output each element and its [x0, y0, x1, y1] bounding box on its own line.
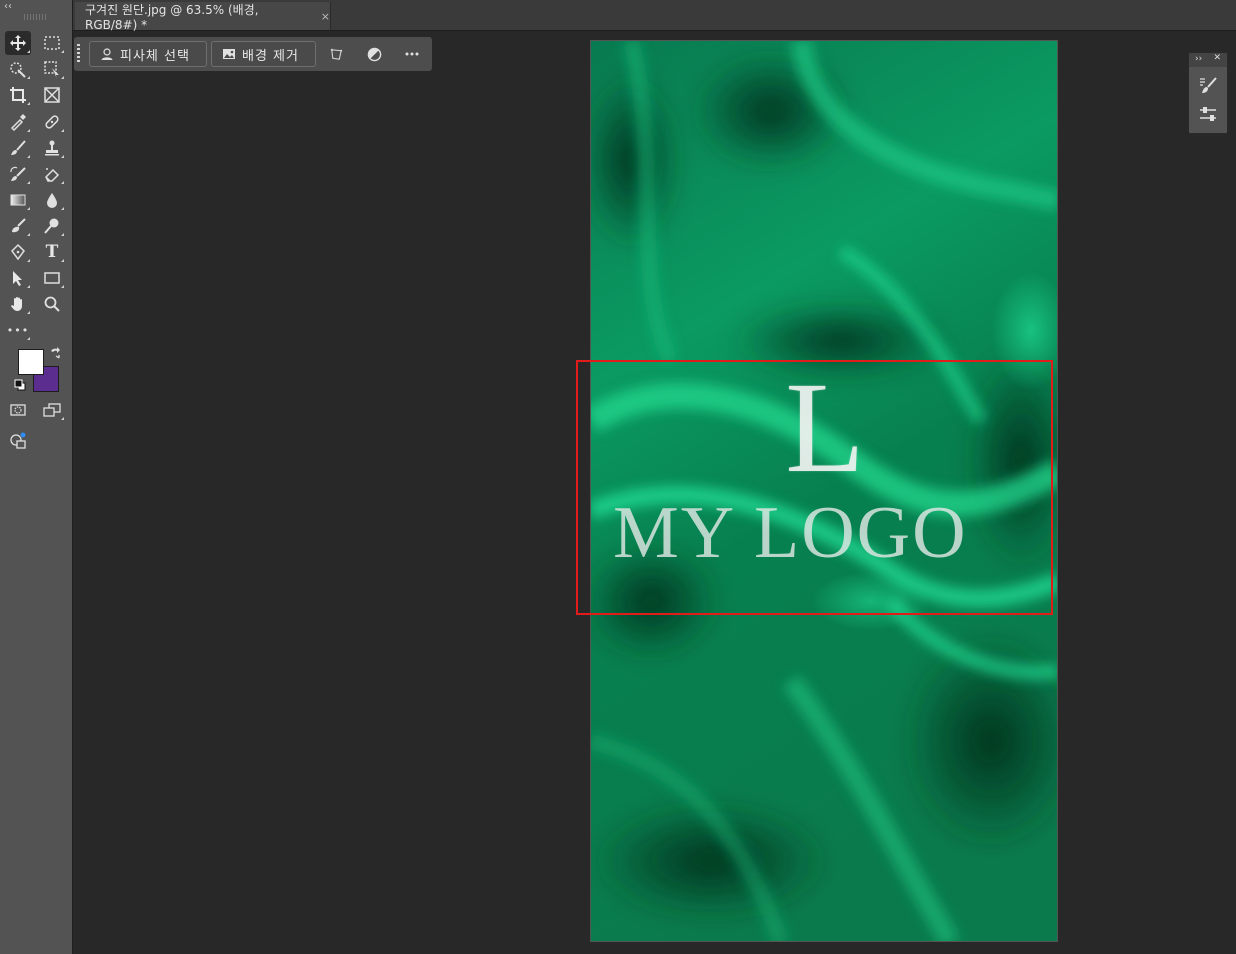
close-tab-icon[interactable]: ×	[321, 10, 330, 23]
document-tab[interactable]: 구겨진 원단.jpg @ 63.5% (배경, RGB/8#) * ×	[75, 2, 331, 32]
rectangle-tool[interactable]	[39, 266, 65, 290]
document-canvas[interactable]: L MY LOGO	[590, 40, 1058, 942]
eyedropper-icon	[10, 114, 26, 131]
more-options-button[interactable]	[403, 45, 421, 63]
quick-mask-icon	[10, 404, 26, 416]
half-circle-adjust-icon	[367, 47, 381, 61]
gradient-tool[interactable]	[5, 188, 31, 212]
history-brush-icon	[10, 166, 26, 181]
history-brush-tool[interactable]	[5, 162, 31, 186]
close-panels-button[interactable]: ✕	[1213, 53, 1221, 63]
remove-background-label: 배경 제거	[242, 48, 299, 64]
tools-panel: ‹‹ T •••	[0, 0, 73, 954]
screen-mode-button[interactable]	[39, 398, 65, 422]
dodge-tool[interactable]	[39, 214, 65, 238]
swap-colors-icon[interactable]	[49, 347, 61, 359]
dodge-icon	[44, 218, 59, 234]
brush-tool[interactable]	[5, 136, 31, 160]
generate-image-icon	[10, 432, 26, 449]
select-subject-label: 피사체 선택	[120, 48, 190, 64]
generative-image-button[interactable]	[5, 429, 31, 453]
image-icon	[223, 49, 235, 59]
document-tab-title: 구겨진 원단.jpg @ 63.5% (배경, RGB/8#) *	[85, 2, 259, 32]
default-colors-icon[interactable]	[14, 379, 26, 391]
collapse-panel-button[interactable]: ‹‹	[4, 0, 12, 14]
transform-button[interactable]	[327, 45, 345, 63]
zoom-icon	[44, 296, 60, 312]
eraser-icon	[45, 168, 60, 182]
frame-tool[interactable]	[39, 83, 65, 107]
blur-tool[interactable]	[39, 188, 65, 212]
logo-emblem-letter: L	[785, 356, 865, 500]
person-icon	[101, 48, 113, 60]
more-icon: •••	[6, 323, 30, 337]
spot-healing-tool[interactable]	[39, 110, 65, 134]
zoom-tool[interactable]	[39, 292, 65, 316]
object-selection-tool[interactable]	[39, 57, 65, 81]
brush-icon	[11, 140, 26, 155]
hand-icon	[11, 297, 22, 311]
rectangular-marquee-icon	[44, 36, 60, 50]
healing-brush-icon	[45, 115, 59, 129]
smudge-tool[interactable]	[5, 214, 31, 238]
remove-background-button[interactable]: 배경 제거	[211, 41, 316, 67]
edit-toolbar[interactable]: •••	[5, 318, 31, 342]
quick-selection-tool[interactable]	[5, 57, 31, 81]
quick-mask-button[interactable]	[5, 398, 31, 422]
adjustment-button[interactable]	[365, 45, 383, 63]
pen-icon	[11, 243, 25, 261]
dock-header: ›› ✕	[1189, 53, 1227, 67]
crop-tool[interactable]	[5, 83, 31, 107]
eyedropper-tool[interactable]	[5, 110, 31, 134]
screen-mode-icon	[43, 403, 61, 417]
blur-drop-icon	[47, 193, 57, 208]
stamp-icon	[45, 140, 59, 156]
crop-icon	[10, 87, 26, 103]
move-tool[interactable]	[5, 31, 31, 55]
hand-tool[interactable]	[5, 292, 31, 316]
brush-settings-icon[interactable]	[1197, 75, 1219, 97]
pen-tool[interactable]	[5, 240, 31, 264]
select-subject-button[interactable]: 피사체 선택	[89, 41, 207, 67]
gradient-icon	[10, 194, 26, 206]
object-selection-icon	[44, 61, 59, 78]
type-icon: T	[45, 242, 59, 262]
transform-icon	[330, 48, 342, 60]
logo-wordmark: MY LOGO	[613, 492, 968, 574]
path-selection-icon	[13, 271, 22, 286]
document-tab-bar: 구겨진 원단.jpg @ 63.5% (배경, RGB/8#) * ×	[73, 0, 1236, 32]
clone-stamp-tool[interactable]	[39, 136, 65, 160]
task-bar-drag-handle[interactable]	[77, 44, 80, 64]
eraser-tool[interactable]	[39, 162, 65, 186]
adjustments-sliders-icon[interactable]	[1197, 103, 1219, 125]
rectangle-icon	[44, 272, 60, 284]
collapsed-panels-dock: ›› ✕	[1188, 52, 1228, 134]
contextual-task-bar: 피사체 선택 배경 제거	[74, 37, 432, 71]
quick-selection-icon	[10, 62, 26, 78]
ellipsis-icon	[405, 52, 419, 56]
foreground-color-swatch[interactable]	[18, 349, 44, 375]
panel-grip[interactable]	[24, 14, 48, 20]
marquee-tool[interactable]	[39, 31, 65, 55]
path-selection-tool[interactable]	[5, 266, 31, 290]
move-arrows-icon	[10, 35, 26, 51]
smudge-icon	[12, 218, 26, 233]
expand-panels-button[interactable]: ››	[1195, 54, 1202, 64]
type-tool[interactable]: T	[39, 240, 65, 264]
frame-icon	[44, 87, 60, 103]
